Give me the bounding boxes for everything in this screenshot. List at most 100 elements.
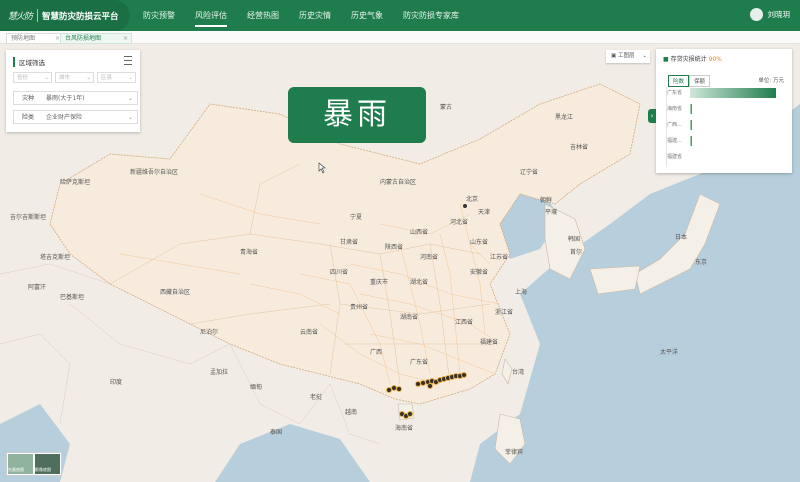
nav-item-history-weather[interactable]: 历史气象 <box>345 0 389 31</box>
map-label: 湖南省 <box>400 313 418 321</box>
nav-item-heatmap[interactable]: 经营热图 <box>241 0 285 31</box>
map-label: 吉林省 <box>570 143 588 151</box>
vector-basemap-option[interactable]: 矢量底图 <box>8 454 33 474</box>
bar-row[interactable]: 广东省 <box>667 87 785 99</box>
chevron-down-icon: ⌄ <box>127 114 133 121</box>
map-label: 广西 <box>370 348 382 356</box>
map-label: 上海 <box>515 288 527 296</box>
map-label: 台湾 <box>512 368 524 376</box>
map-label: 泰国 <box>270 428 282 436</box>
chevron-down-icon: ⌄ <box>44 75 49 81</box>
map-label: 孟加拉 <box>210 368 228 376</box>
brand: 慧火防 智慧防灾防损云平台 <box>0 0 130 31</box>
map-label: 北京 <box>466 195 478 203</box>
logo: 慧火防 <box>8 12 33 22</box>
map-label: 首尔 <box>570 248 582 256</box>
vector-basemap-label: 矢量底图 <box>8 467 24 472</box>
province-select[interactable]: 省份 ⌄ <box>13 72 52 83</box>
map-label: 黑龙江 <box>555 113 573 121</box>
map-label: 太平洋 <box>660 348 678 356</box>
main-nav: 防灾预警 风险评估 经营热图 历史灾情 历史气象 防灾防损专家库 <box>137 0 473 31</box>
satellite-basemap-option[interactable]: 影像底图 <box>35 454 60 474</box>
bar-fill <box>690 88 776 98</box>
filter-title: 区域筛选 <box>13 57 45 67</box>
close-icon[interactable]: × <box>123 34 128 43</box>
bar-fill <box>690 104 692 114</box>
map-label: 湖北省 <box>410 278 428 286</box>
layer-switch[interactable]: ▣ 工图层 ⌄ <box>606 50 650 63</box>
nav-item-history-disaster[interactable]: 历史灾情 <box>293 0 337 31</box>
tab-bar: 预防地图 × 台风防损地图 × <box>0 31 800 44</box>
line-value: 企业财产保险 <box>46 114 83 121</box>
risk-point[interactable] <box>386 387 392 393</box>
map-label: 韩国 <box>568 235 580 243</box>
map-label: 哈萨克斯坦 <box>60 178 90 186</box>
bar-row[interactable]: 福建... <box>667 135 785 147</box>
district-placeholder: 区县 <box>101 75 113 81</box>
map-label: 甘肃省 <box>340 238 358 246</box>
map-label: 蒙古 <box>440 103 452 111</box>
app-title: 智慧防灾防损云平台 <box>42 12 119 22</box>
chevron-down-icon: ⌄ <box>128 75 133 81</box>
bar-row[interactable]: 广西... <box>667 119 785 131</box>
map-label: 广东省 <box>410 358 428 366</box>
risk-point[interactable] <box>427 383 433 389</box>
bar-row[interactable]: 海南省 <box>667 103 785 115</box>
map-label: 阿富汗 <box>28 283 46 291</box>
map-label: 尼泊尔 <box>200 328 218 336</box>
city-select[interactable]: 城市 ⌄ <box>55 72 94 83</box>
stats-title-text: 存贷灾损统计 <box>670 56 707 63</box>
risk-point[interactable] <box>420 380 426 386</box>
map-label: 老挝 <box>310 393 322 401</box>
map-label: 河南省 <box>420 253 438 261</box>
map-label: 青海省 <box>240 248 258 256</box>
bar-fill <box>690 120 692 130</box>
map-label: 山西省 <box>410 228 428 236</box>
bar-row[interactable]: 福建省 <box>667 151 785 163</box>
basemap-switch[interactable]: 矢量底图 影像底图 <box>6 452 62 476</box>
map-label: 内蒙古自治区 <box>380 178 416 186</box>
region-select-row: 省份 ⌄ 城市 ⌄ 区县 ⌄ <box>13 72 136 83</box>
map-label: 云南省 <box>300 328 318 336</box>
layer-label: 工图层 <box>617 53 635 59</box>
risk-point[interactable] <box>415 381 421 387</box>
tab-prevention-map[interactable]: 预防地图 × <box>6 33 64 44</box>
collapse-button[interactable]: › <box>648 109 656 123</box>
user-group-icon: ■ <box>663 56 671 63</box>
risk-point[interactable] <box>396 386 402 392</box>
risk-point[interactable] <box>391 385 397 391</box>
user-menu[interactable]: 刘晓玥 <box>749 8 791 21</box>
chevron-down-icon: ⌄ <box>642 53 647 59</box>
user-name: 刘晓玥 <box>767 10 791 19</box>
bar-label: 福建... <box>667 138 682 144</box>
risk-point[interactable] <box>461 372 467 378</box>
nav-item-risk[interactable]: 风险评估 <box>189 0 233 31</box>
map-label: 朝鲜 <box>540 196 552 204</box>
insurance-line-select[interactable]: 险类 企业财产保险 ⌄ <box>13 110 138 124</box>
tab-amount[interactable]: 保额 <box>689 75 711 87</box>
disaster-type-select[interactable]: 灾种 暴雨(大于1年) ⌄ <box>13 91 138 105</box>
map-label: 巴基斯坦 <box>60 293 84 301</box>
map-label: 平壤 <box>545 208 557 216</box>
map-label: 新疆维吾尔自治区 <box>130 168 178 176</box>
map-label: 印度 <box>110 378 122 386</box>
map-label: 山东省 <box>470 238 488 246</box>
map-label: 安徽省 <box>470 268 488 276</box>
nav-item-experts[interactable]: 防灾防损专家库 <box>397 0 465 31</box>
district-select[interactable]: 区县 ⌄ <box>97 72 136 83</box>
map-label: 江苏省 <box>490 253 508 261</box>
tab-label: 台风防损地图 <box>65 35 102 42</box>
nav-item-warning[interactable]: 防灾预警 <box>137 0 181 31</box>
bar-label: 广东省 <box>667 90 683 96</box>
brand-divider <box>37 9 38 22</box>
tab-label: 预防地图 <box>11 35 36 42</box>
tab-typhoon-map[interactable]: 台风防损地图 × <box>60 33 132 44</box>
map-label: 河北省 <box>450 218 468 226</box>
disaster-label: 灾种 <box>22 95 35 102</box>
beijing-marker <box>463 204 467 208</box>
menu-icon[interactable] <box>124 56 132 65</box>
risk-point[interactable] <box>407 411 413 417</box>
tab-count[interactable]: 险数 <box>668 75 690 87</box>
chevron-down-icon: ⌄ <box>127 95 133 102</box>
stats-tab-switch: 险数 保额 <box>668 75 711 87</box>
